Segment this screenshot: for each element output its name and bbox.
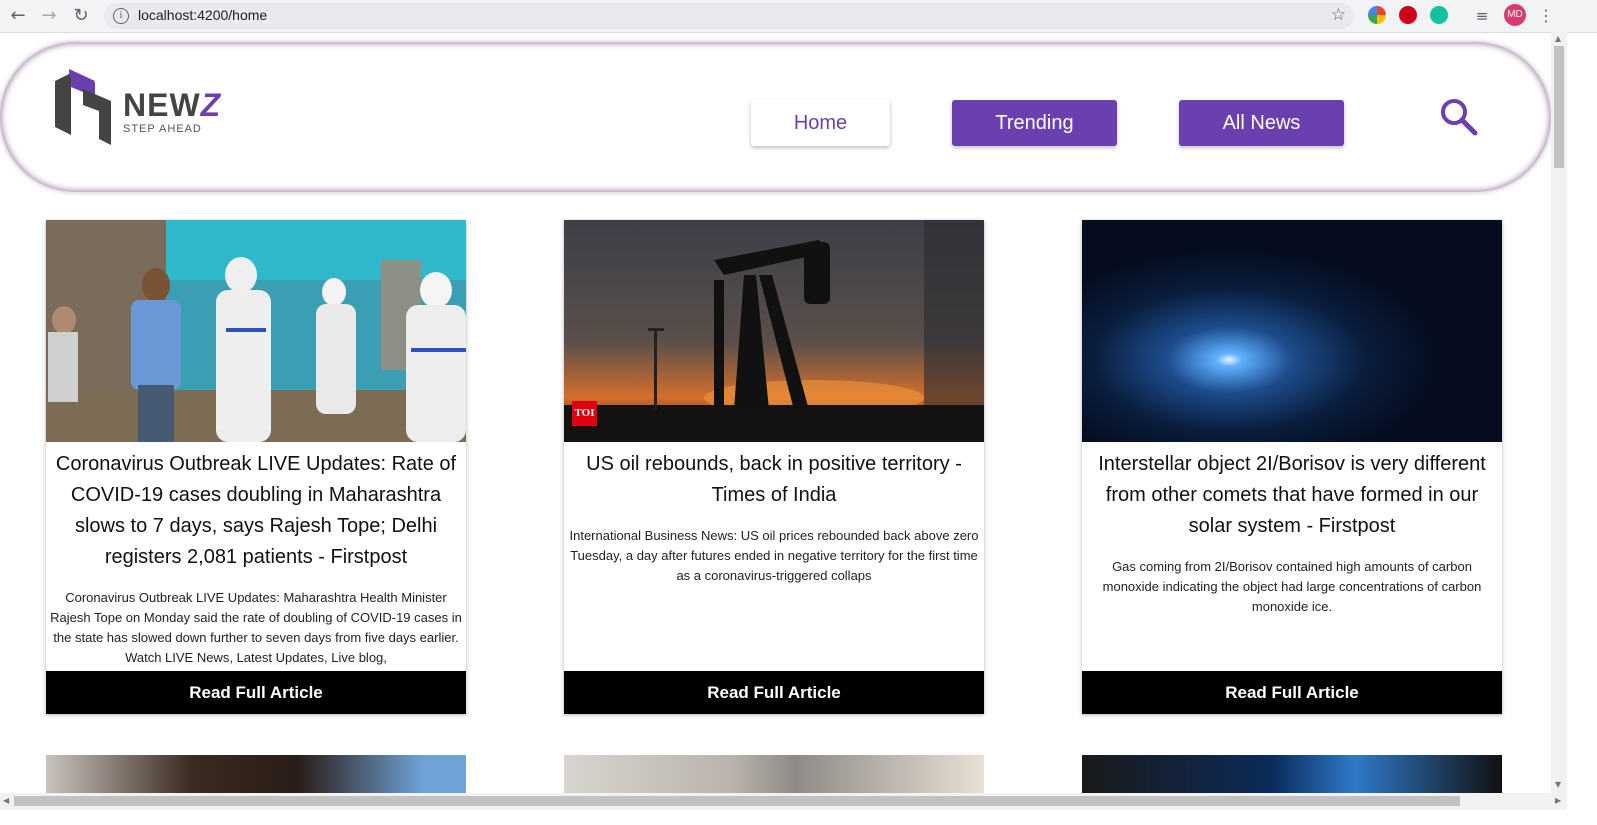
logo-z: Z	[200, 87, 222, 123]
all-news-button[interactable]: All News	[1179, 100, 1344, 146]
logo-text: NEWZ	[123, 87, 222, 123]
profile-avatar[interactable]: MD	[1504, 4, 1526, 26]
article-title[interactable]: Interstellar object 2I/Borisov is very d…	[1082, 449, 1502, 542]
vertical-scroll-thumb[interactable]	[1554, 46, 1564, 168]
logo-tagline: STEP AHEAD	[123, 123, 202, 135]
trending-button[interactable]: Trending	[952, 100, 1117, 146]
article-title[interactable]: US oil rebounds, back in positive territ…	[564, 449, 984, 511]
site-header: NEWZ STEP AHEAD Home Trending All News	[0, 42, 1551, 192]
news-card: Interstellar object 2I/Borisov is very d…	[1082, 220, 1502, 714]
read-full-article-button[interactable]: Read Full Article	[46, 671, 466, 714]
news-card-image-partial[interactable]	[1082, 755, 1502, 793]
scroll-down-icon[interactable]: ▼	[1555, 780, 1561, 789]
reload-icon[interactable]: ↻	[69, 4, 93, 28]
bookmark-star-icon[interactable]: ☆	[1331, 5, 1346, 25]
extension-red-icon[interactable]	[1399, 6, 1417, 24]
scroll-left-icon[interactable]: ◀	[3, 796, 9, 805]
scroll-right-icon[interactable]: ▶	[1555, 796, 1561, 805]
article-description: Coronavirus Outbreak LIVE Updates: Mahar…	[50, 590, 462, 665]
article-title[interactable]: Coronavirus Outbreak LIVE Updates: Rate …	[46, 449, 466, 573]
article-description: Gas coming from 2I/Borisov contained hig…	[1102, 559, 1482, 614]
article-description: International Business News: US oil pric…	[569, 528, 979, 583]
article-image[interactable]	[1082, 220, 1502, 442]
logo-mark-icon	[55, 69, 111, 145]
horizontal-scrollbar[interactable]: ◀ ▶	[0, 793, 1567, 810]
url-text[interactable]: localhost:4200/home	[138, 7, 267, 23]
article-image[interactable]: TOI	[564, 220, 984, 442]
horizontal-scroll-thumb[interactable]	[14, 796, 1460, 806]
home-button[interactable]: Home	[751, 100, 890, 146]
forward-icon[interactable]: →	[37, 4, 61, 28]
news-card: TOI US oil rebounds, back in positive te…	[564, 220, 984, 714]
site-logo[interactable]: NEWZ STEP AHEAD	[55, 67, 245, 147]
news-card-image-partial[interactable]	[564, 755, 984, 793]
news-card: Coronavirus Outbreak LIVE Updates: Rate …	[46, 220, 466, 714]
read-full-article-button[interactable]: Read Full Article	[1082, 671, 1502, 714]
address-bar[interactable]: i localhost:4200/home ☆	[104, 3, 1354, 29]
vertical-scrollbar[interactable]: ▲ ▼	[1551, 32, 1567, 793]
read-full-article-button[interactable]: Read Full Article	[564, 671, 984, 714]
toi-badge: TOI	[572, 401, 597, 426]
article-image[interactable]	[46, 220, 466, 442]
menu-dots-icon[interactable]: ⋮	[1534, 4, 1558, 28]
info-icon[interactable]: i	[113, 8, 129, 24]
browser-toolbar: ← → ↻ i localhost:4200/home ☆ ≡ MD ⋮	[0, 0, 1597, 33]
scroll-up-icon[interactable]: ▲	[1555, 34, 1561, 43]
search-icon[interactable]	[1440, 98, 1478, 136]
back-icon[interactable]: ←	[6, 4, 30, 28]
news-card-image-partial[interactable]	[46, 755, 466, 793]
extension-color-icon[interactable]	[1368, 6, 1386, 24]
grammarly-icon[interactable]	[1430, 6, 1448, 24]
reading-list-icon[interactable]: ≡	[1470, 4, 1494, 28]
